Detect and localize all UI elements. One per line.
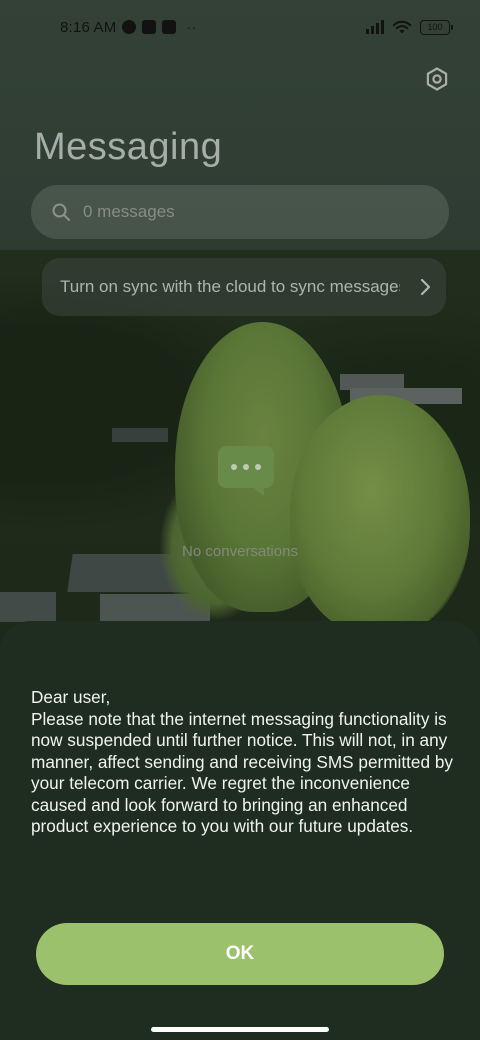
ok-button[interactable]: OK bbox=[36, 923, 444, 985]
hexagon-gear-icon bbox=[426, 67, 448, 91]
wifi-icon bbox=[392, 20, 412, 34]
search-bar[interactable]: 0 messages bbox=[31, 185, 449, 239]
notice-message: Dear user, Please note that the internet… bbox=[31, 687, 461, 838]
status-bar: 8:16 AM ·· 100 bbox=[0, 0, 480, 54]
search-placeholder: 0 messages bbox=[83, 202, 175, 221]
empty-state-text: No conversations bbox=[182, 543, 298, 560]
app-notification-icon bbox=[122, 20, 137, 34]
more-notifications-icon: ·· bbox=[186, 19, 198, 35]
status-left: 8:16 AM ·· bbox=[60, 19, 197, 36]
notice-bottom-sheet: Dear user, Please note that the internet… bbox=[0, 621, 480, 1040]
battery-level: 100 bbox=[427, 22, 443, 32]
cloud-sync-banner[interactable]: Turn on sync with the cloud to sync mess… bbox=[42, 258, 446, 316]
chat-bubble-icon bbox=[218, 446, 274, 496]
notice-greeting: Dear user, bbox=[31, 687, 111, 707]
home-indicator[interactable] bbox=[151, 1027, 329, 1032]
signal-icon bbox=[366, 20, 384, 34]
status-right: 100 bbox=[366, 19, 453, 35]
settings-button[interactable] bbox=[420, 62, 454, 96]
page-title: Messaging bbox=[34, 126, 223, 168]
notice-body: Please note that the internet messaging … bbox=[31, 708, 453, 837]
battery-icon: 100 bbox=[420, 19, 453, 35]
tree bbox=[290, 395, 470, 635]
chevron-right-icon bbox=[420, 278, 431, 296]
sync-banner-text: Turn on sync with the cloud to sync mess… bbox=[60, 277, 400, 296]
search-icon bbox=[52, 203, 70, 221]
house-roof bbox=[0, 592, 56, 622]
house-roof bbox=[112, 428, 168, 442]
app-notification-icon bbox=[142, 20, 157, 34]
app-notification-icon bbox=[162, 20, 177, 34]
status-time: 8:16 AM bbox=[60, 18, 117, 36]
